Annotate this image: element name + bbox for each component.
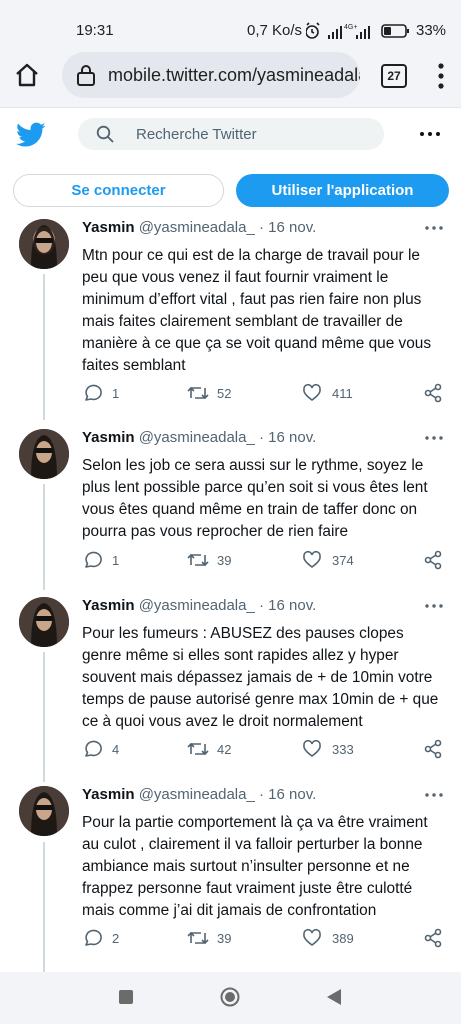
like-count: 411 xyxy=(332,386,353,401)
retweet-icon xyxy=(187,386,209,400)
tweet-actions: 2 39 389 xyxy=(0,928,461,950)
system-nav-bar xyxy=(0,972,461,1024)
reply-count: 2 xyxy=(112,931,120,946)
tweet-menu-icon[interactable] xyxy=(422,599,446,613)
twitter-header: Recherche Twitter xyxy=(0,108,461,164)
tweet-text: Pour la partie comportement là ça va êtr… xyxy=(82,814,428,919)
tab-switcher-button[interactable]: 27 xyxy=(381,64,407,88)
tweet-header: Yasmin @yasmineadala_ · 16 nov. xyxy=(82,597,316,614)
search-placeholder: Recherche Twitter xyxy=(136,126,257,143)
more-icon[interactable] xyxy=(418,124,442,144)
login-button[interactable]: Se connecter xyxy=(13,174,224,207)
reply-icon xyxy=(85,551,102,568)
author-handle[interactable]: @yasmineadala_ xyxy=(139,429,255,446)
status-bar: 19:31 0,7 Ko/s 4G+ 33% xyxy=(0,0,461,44)
twitter-logo-icon[interactable] xyxy=(16,122,46,148)
address-bar[interactable]: mobile.twitter.com/yasmineadala xyxy=(62,52,360,98)
heart-icon xyxy=(303,739,321,757)
heart-icon xyxy=(303,383,321,401)
tweet-actions: 1 52 411 xyxy=(0,383,461,405)
author-name[interactable]: Yasmin xyxy=(82,786,135,803)
battery-icon xyxy=(381,24,409,38)
author-name[interactable]: Yasmin xyxy=(82,219,135,236)
reply-icon xyxy=(85,740,102,757)
search-input[interactable]: Recherche Twitter xyxy=(78,118,384,150)
author-handle[interactable]: @yasmineadala_ xyxy=(139,597,255,614)
reply-count: 4 xyxy=(112,742,120,757)
tweet-header: Yasmin @yasmineadala_ · 16 nov. xyxy=(82,786,316,803)
tweet-actions: 4 42 333 xyxy=(0,739,461,761)
author-handle[interactable]: @yasmineadala_ xyxy=(139,219,255,236)
avatar[interactable] xyxy=(19,597,69,647)
author-handle[interactable]: @yasmineadala_ xyxy=(139,786,255,803)
retweet-icon xyxy=(187,553,209,567)
browser-toolbar: mobile.twitter.com/yasmineadala 27 xyxy=(0,44,461,108)
lock-icon xyxy=(77,65,95,86)
author-name[interactable]: Yasmin xyxy=(82,597,135,614)
use-app-button[interactable]: Utiliser l'application xyxy=(236,174,449,207)
battery-percent: 33% xyxy=(416,22,447,39)
share-icon[interactable] xyxy=(424,383,442,403)
like-count: 374 xyxy=(332,553,354,568)
avatar[interactable] xyxy=(19,219,69,269)
retweet-count: 39 xyxy=(217,553,232,568)
reply-icon xyxy=(85,384,102,401)
share-icon[interactable] xyxy=(424,739,442,759)
status-time: 19:31 xyxy=(76,22,114,39)
tweet-date[interactable]: · 16 nov. xyxy=(259,597,316,614)
recent-apps-icon[interactable] xyxy=(119,990,133,1004)
reply-count: 1 xyxy=(112,386,120,401)
tweet-text: Mtn pour ce qui est de la charge de trav… xyxy=(82,247,432,374)
author-name[interactable]: Yasmin xyxy=(82,429,135,446)
thread-line xyxy=(43,484,45,590)
tweet-menu-icon[interactable] xyxy=(422,431,446,445)
like-count: 389 xyxy=(332,931,354,946)
tweet-text: Selon les job ce sera aussi sur le rythm… xyxy=(82,457,428,540)
tweet-actions: 1 39 374 xyxy=(0,550,461,572)
url-text: mobile.twitter.com/yasmineadala xyxy=(108,65,360,85)
search-icon xyxy=(96,125,114,143)
thread-line xyxy=(43,842,45,972)
home-circle-icon[interactable] xyxy=(220,987,240,1007)
tweet-menu-icon[interactable] xyxy=(422,221,446,235)
retweet-count: 42 xyxy=(217,742,232,757)
home-icon[interactable] xyxy=(14,62,40,88)
reply-icon xyxy=(85,929,102,946)
overflow-menu-icon[interactable] xyxy=(432,62,450,90)
avatar[interactable] xyxy=(19,786,69,836)
like-count: 333 xyxy=(332,742,354,757)
signal-icon-2 xyxy=(356,26,370,39)
network-speed: 0,7 Ko/s xyxy=(247,22,303,39)
thread-line xyxy=(43,652,45,782)
tweet-date[interactable]: · 16 nov. xyxy=(259,219,316,236)
tweet-text: Pour les fumeurs : ABUSEZ des pauses clo… xyxy=(82,625,439,730)
alarm-icon xyxy=(306,22,320,39)
avatar[interactable] xyxy=(19,429,69,479)
tweet-date[interactable]: · 16 nov. xyxy=(259,786,316,803)
signal-icon xyxy=(328,26,342,39)
tweet-header: Yasmin @yasmineadala_ · 16 nov. xyxy=(82,429,316,446)
svg-text:4G+: 4G+ xyxy=(344,24,357,31)
tweet-header: Yasmin @yasmineadala_ · 16 nov. xyxy=(82,219,316,236)
retweet-icon xyxy=(187,742,209,756)
retweet-count: 39 xyxy=(217,931,232,946)
back-icon[interactable] xyxy=(325,988,343,1006)
heart-icon xyxy=(303,928,321,946)
retweet-icon xyxy=(187,931,209,945)
tweet-date[interactable]: · 16 nov. xyxy=(259,429,316,446)
heart-icon xyxy=(303,550,321,568)
reply-count: 1 xyxy=(112,553,120,568)
share-icon[interactable] xyxy=(424,550,442,570)
status-icons: 4G+ xyxy=(306,22,409,39)
share-icon[interactable] xyxy=(424,928,442,948)
tweet-menu-icon[interactable] xyxy=(422,788,446,802)
retweet-count: 52 xyxy=(217,386,232,401)
